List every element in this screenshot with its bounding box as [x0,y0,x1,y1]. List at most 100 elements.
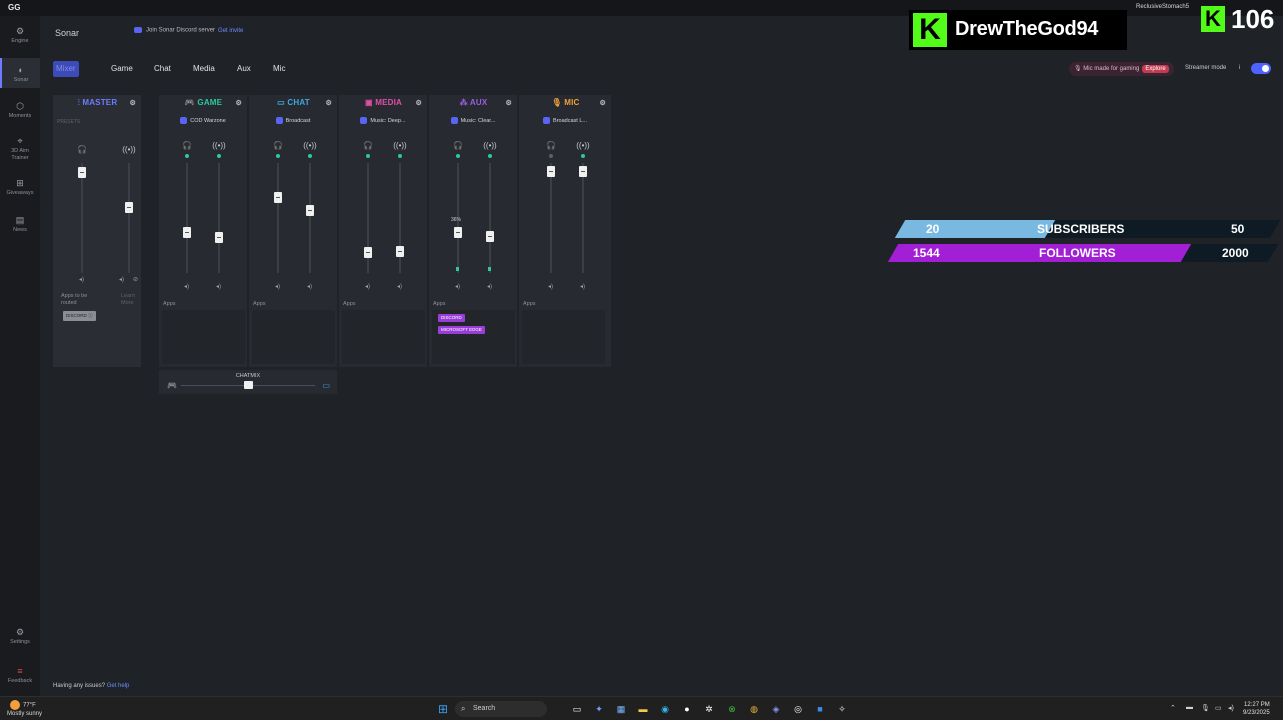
fader-track[interactable] [550,163,552,273]
sidebar-item-moments[interactable]: ⬡ Moments [0,101,40,125]
obs-icon[interactable]: ◎ [791,702,805,716]
output-device[interactable]: Broadcast [253,117,333,124]
taskbar-search[interactable]: ⌕ Search [455,701,547,717]
stream-fader-knob[interactable] [215,232,223,243]
sidebar-item-settings[interactable]: ⚙ Settings [0,627,40,651]
apps-drop-zone[interactable] [162,310,245,364]
stream-fader-knob[interactable] [306,205,314,216]
sidebar-item-sonar[interactable]: ◐ Sonar [0,58,40,88]
tab-aux[interactable]: Aux [237,61,251,77]
store-icon[interactable]: ▦ [614,702,628,716]
username[interactable]: ReclusiveStomach5 [1136,4,1189,10]
task-view-icon[interactable]: ▭ [570,702,584,716]
weather-widget[interactable]: 77°F Mostly sunny [7,700,42,718]
tab-mic[interactable]: Mic [273,61,285,77]
apps-drop-zone[interactable]: DISCORD MICROSOFT EDGE [432,310,515,364]
mute-icon[interactable]: ⊘ [133,276,138,283]
volume-icon[interactable]: ◂) [216,283,221,290]
sidebar-item-news[interactable]: ▤ News [0,215,40,239]
tab-chat[interactable]: Chat [154,61,171,77]
stream-fader-knob[interactable] [125,202,133,213]
volume-icon[interactable]: ◂) [580,283,585,290]
volume-icon[interactable]: ◂) [455,283,460,290]
volume-icon[interactable]: ◂) [365,283,370,290]
volume-icon[interactable]: ◂) [307,283,312,290]
apps-drop-zone[interactable] [342,310,425,364]
output-device[interactable]: Music: Clear... [433,117,513,124]
network-icon[interactable]: ▬ [1186,704,1193,711]
file-explorer-icon[interactable]: ▬ [636,702,650,716]
volume-icon[interactable]: ◂) [487,283,492,290]
app-chip[interactable]: DISCORD [438,314,465,322]
sidebar-item-giveaways[interactable]: ⊞ Giveaways [0,178,40,202]
stream-fader-knob[interactable] [486,231,494,242]
steelseries-gg-icon[interactable]: ✧ [835,702,849,716]
steam-icon[interactable]: ✲ [702,702,716,716]
stream-fader-knob[interactable] [579,166,587,177]
sidebar-item-feedback[interactable]: ≡ Feedback [0,666,40,690]
sidebar-item-aim-trainer[interactable]: ⌖ 3D Aim Trainer [0,136,40,164]
app-chip[interactable]: MICROSOFT EDGE [438,326,485,334]
get-invite-link[interactable]: Get invite [218,28,243,34]
display-icon[interactable]: ▭ [1215,704,1222,712]
sidebar-item-engine[interactable]: ⚙ Engine [0,26,40,50]
tab-media[interactable]: Media [193,61,215,77]
get-help-link[interactable]: Get help [107,683,130,689]
volume-icon[interactable]: ◂) [275,283,280,290]
mic-icon[interactable]: 🎙 [1201,704,1210,712]
taskbar-clock[interactable]: 12:27 PM 9/23/2025 [1243,701,1270,717]
monitor-fader-knob[interactable] [274,192,282,203]
stream-fader-knob[interactable] [396,246,404,257]
gear-icon[interactable]: ⚙ [236,99,242,107]
xbox-icon[interactable]: ⊗ [725,702,739,716]
apps-drop-zone[interactable] [522,310,605,364]
output-device[interactable]: COD Warzone [163,117,243,124]
volume-icon[interactable]: ◂) [548,283,553,290]
gear-icon[interactable]: ⚙ [506,99,512,107]
explore-button[interactable]: Explore [1142,65,1169,73]
tab-game[interactable]: Game [111,61,133,77]
windows-start-icon[interactable]: ⊞ [436,702,450,716]
monitor-fader-knob[interactable] [547,166,555,177]
output-device[interactable]: Broadcast L... [523,117,607,124]
edge-icon[interactable]: ◉ [658,702,672,716]
app-icon[interactable]: ● [680,702,694,716]
chrome-icon[interactable]: ◍ [747,702,761,716]
gear-icon[interactable]: ⚙ [130,99,136,107]
streamer-mode-toggle[interactable] [1251,63,1271,74]
app-chip[interactable]: DISCORD ⓘ [63,311,96,321]
discord-banner[interactable]: Join Sonar Discord server Get invite [134,27,243,34]
fader-track[interactable] [218,163,220,273]
monitor-fader-knob[interactable] [364,247,372,258]
chatmix-handle[interactable] [244,381,253,389]
speaker-icon[interactable]: ◂) [1228,704,1234,712]
volume-icon[interactable]: ◂) [397,283,402,290]
monitor-fader-knob[interactable] [78,167,86,178]
gear-icon[interactable]: ⚙ [326,99,332,107]
fader-track[interactable] [489,163,491,273]
gear-icon[interactable]: ⚙ [600,99,606,107]
fader-track[interactable] [582,163,584,273]
gear-icon[interactable]: ⚙ [416,99,422,107]
monitor-fader-knob[interactable] [183,227,191,238]
volume-icon[interactable]: ◂) [79,276,84,283]
volume-icon[interactable]: ◂) [184,283,189,290]
tab-mixer[interactable]: Mixer [53,61,79,77]
mic-promo-pill[interactable]: 🎙 Mic made for gaming Explore [1069,62,1174,76]
discord-icon[interactable]: ◈ [769,702,783,716]
monitor-fader-knob[interactable] [454,227,462,238]
fader-track[interactable] [186,163,188,273]
fader-track[interactable] [128,163,130,273]
output-device[interactable]: Music: Deep... [343,117,423,124]
volume-icon[interactable]: ◂) [119,276,124,283]
copilot-icon[interactable]: ✦ [592,702,606,716]
fader-track[interactable] [309,163,311,273]
fader-track[interactable] [81,163,83,273]
app-icon[interactable]: ■ [813,702,827,716]
learn-more-link[interactable]: Learn More [121,293,141,307]
info-icon[interactable]: i [1239,65,1240,71]
fader-track[interactable] [277,163,279,273]
chevron-up-icon[interactable]: ⌃ [1170,704,1176,712]
apps-drop-zone[interactable] [252,310,335,364]
chatmix-slider[interactable]: CHATMIX 🎮 ▭ [159,370,337,394]
